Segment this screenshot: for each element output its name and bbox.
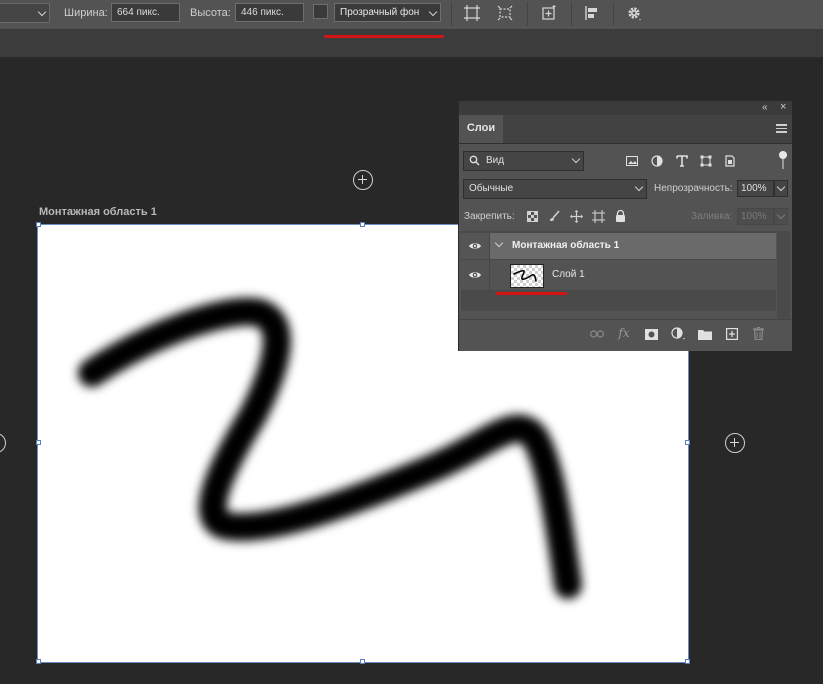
resize-handle[interactable] xyxy=(36,222,41,227)
opacity-dropdown[interactable] xyxy=(774,180,788,197)
layers-panel: « × Слои Вид Обычные Непрозрачность: 100… xyxy=(458,100,793,351)
layer-name: Слой 1 xyxy=(552,269,585,280)
filter-toggle-switch[interactable] xyxy=(779,151,787,159)
layer-thumbnail xyxy=(510,264,544,288)
panel-tabs: Слои xyxy=(459,115,792,144)
chevron-down-icon xyxy=(428,7,438,17)
resize-handle[interactable] xyxy=(685,659,690,664)
filter-type-icon[interactable] xyxy=(675,154,689,168)
eye-icon xyxy=(469,243,481,249)
layer-list-scrollbar[interactable] xyxy=(777,231,790,319)
add-artboard-top-icon[interactable] xyxy=(353,170,373,190)
add-mask-icon[interactable] xyxy=(644,327,658,341)
resize-handle[interactable] xyxy=(685,440,690,445)
separator xyxy=(613,2,614,26)
fill-dropdown[interactable] xyxy=(774,208,788,225)
chevron-down-icon xyxy=(571,154,581,164)
filter-shape-icon[interactable] xyxy=(699,154,713,168)
chevron-down-icon xyxy=(634,182,644,192)
background-select[interactable]: Прозрачный фон xyxy=(334,3,441,22)
lock-image-pixels-icon[interactable] xyxy=(547,209,561,223)
separator xyxy=(527,2,528,26)
highlight-underline-layer xyxy=(496,292,567,295)
separator xyxy=(571,2,572,26)
layer-thumbnail-preview xyxy=(511,265,543,287)
artboard-resize-icon[interactable] xyxy=(462,3,482,23)
add-artboard-icon[interactable] xyxy=(539,3,559,23)
search-icon xyxy=(469,155,480,166)
fill-label: Заливка: xyxy=(691,211,733,222)
filter-adjustment-icon[interactable] xyxy=(650,154,664,168)
filter-select-value: Вид xyxy=(486,155,505,166)
resize-handle[interactable] xyxy=(36,659,41,664)
orientation-toggle[interactable] xyxy=(313,4,328,19)
lock-all-icon[interactable] xyxy=(613,209,627,223)
lock-label: Закрепить: xyxy=(464,211,515,222)
add-artboard-right-icon[interactable] xyxy=(725,433,745,453)
opacity-field[interactable]: 100% xyxy=(737,180,774,197)
layers-panel-footer: fx xyxy=(459,319,792,351)
background-select-value: Прозрачный фон xyxy=(340,7,420,18)
close-panel-icon[interactable]: × xyxy=(780,101,786,114)
width-label: Ширина: xyxy=(64,7,108,19)
collapse-panel-icon[interactable]: « xyxy=(762,101,768,114)
crop-artboard-icon[interactable] xyxy=(495,3,515,23)
layer-row[interactable]: Слой 1 xyxy=(461,260,776,290)
fx-icon[interactable]: fx xyxy=(617,326,631,340)
resize-handle[interactable] xyxy=(36,440,41,445)
separator xyxy=(451,2,452,26)
highlight-underline-background xyxy=(324,35,444,38)
group-expand-chevron-icon[interactable] xyxy=(494,238,504,248)
resize-handle[interactable] xyxy=(360,659,365,664)
blend-mode-select[interactable]: Обычные xyxy=(463,179,647,199)
new-layer-icon[interactable] xyxy=(725,327,739,341)
lock-artboard-icon[interactable] xyxy=(591,209,605,223)
width-field[interactable]: 664 пикс. xyxy=(111,3,180,22)
add-artboard-left-icon[interactable] xyxy=(0,433,6,453)
align-icon[interactable] xyxy=(582,3,602,23)
settings-gear-icon[interactable] xyxy=(624,3,644,23)
artboard-group-row[interactable]: Монтажная область 1 xyxy=(461,233,776,259)
options-bar: Ширина: 664 пикс. Высота: 446 пикс. Проз… xyxy=(0,0,823,30)
filter-pixel-icon[interactable] xyxy=(625,154,639,168)
resize-handle[interactable] xyxy=(360,222,365,227)
height-field[interactable]: 446 пикс. xyxy=(235,3,304,22)
layer-filter-select[interactable]: Вид xyxy=(463,151,584,171)
panel-header-strip: « × xyxy=(459,101,792,115)
new-adjustment-layer-icon[interactable] xyxy=(671,327,685,341)
visibility-toggle[interactable] xyxy=(461,233,490,259)
chevron-down-icon xyxy=(776,210,786,220)
link-layers-icon[interactable] xyxy=(590,327,604,341)
tool-preset-dropdown[interactable] xyxy=(0,3,50,23)
filter-smart-object-icon[interactable] xyxy=(723,154,737,168)
new-group-folder-icon[interactable] xyxy=(698,327,712,341)
filter-toggle-track xyxy=(782,159,784,169)
group-name: Монтажная область 1 xyxy=(512,240,620,251)
chevron-down-icon xyxy=(776,182,786,192)
blend-mode-value: Обычные xyxy=(469,183,514,194)
artboard-title[interactable]: Монтажная область 1 xyxy=(39,206,157,218)
lock-position-icon[interactable] xyxy=(569,209,583,223)
opacity-label: Непрозрачность: xyxy=(654,183,733,194)
visibility-toggle[interactable] xyxy=(461,260,490,290)
panel-menu-icon[interactable] xyxy=(776,124,787,133)
height-label: Высота: xyxy=(190,7,231,19)
lock-transparent-pixels-icon[interactable] xyxy=(525,209,539,223)
eye-icon xyxy=(469,272,481,278)
tab-layers[interactable]: Слои xyxy=(459,115,503,143)
chevron-down-icon xyxy=(37,7,47,17)
delete-layer-trash-icon[interactable] xyxy=(751,326,765,340)
fill-field[interactable]: 100% xyxy=(737,208,774,225)
